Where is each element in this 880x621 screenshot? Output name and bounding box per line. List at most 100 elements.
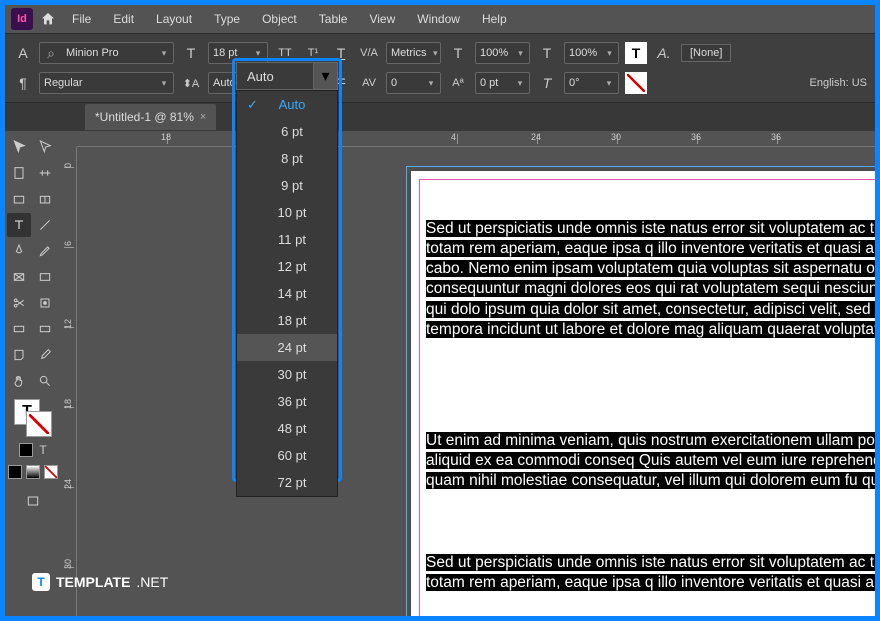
leading-option[interactable]: 6 pt	[237, 118, 337, 145]
menu-object[interactable]: Object	[253, 8, 306, 30]
tool-rectangle[interactable]	[33, 265, 57, 289]
font-size-dropdown[interactable]: 18 pt▾	[208, 42, 268, 64]
text-frame-2[interactable]: Ut enim ad minima veniam, quis nostrum e…	[426, 431, 875, 491]
ruler-vertical: 0 6 12 18 24 30	[61, 147, 77, 616]
tool-pencil[interactable]	[33, 239, 57, 263]
tracking-dropdown[interactable]: 0▾	[386, 72, 441, 94]
kerning-dropdown[interactable]: Metrics▾	[386, 42, 441, 64]
hscale-dropdown[interactable]: 100%▾	[564, 42, 619, 64]
leading-option[interactable]: 36 pt	[237, 388, 337, 415]
baseline-icon: Aª	[447, 72, 469, 94]
tool-type[interactable]	[7, 213, 31, 237]
char-style-dropdown[interactable]: [None]	[681, 44, 731, 62]
tool-line[interactable]	[33, 213, 57, 237]
work-area: T T 18 24 4 24 30 36 36 0 6 12 18 24 30	[5, 131, 875, 616]
app-window: Id File Edit Layout Type Object Table Vi…	[5, 5, 875, 616]
apply-color-icon[interactable]	[19, 443, 33, 457]
leading-option[interactable]: 8 pt	[237, 145, 337, 172]
leading-option[interactable]: 11 pt	[237, 226, 337, 253]
tool-zoom[interactable]	[33, 369, 57, 393]
leading-option[interactable]: 30 pt	[237, 361, 337, 388]
swatch-none[interactable]	[44, 465, 58, 479]
control-panel: A ⌕ Minion Pro ▾ T 18 pt▾ TT T¹ T V/A Me…	[5, 33, 875, 103]
chevron-down-icon: ▾	[601, 48, 618, 59]
chevron-down-icon: ▾	[511, 78, 529, 89]
menu-bar: Id File Edit Layout Type Object Table Vi…	[5, 5, 875, 33]
tool-gradient-feather[interactable]	[33, 317, 57, 341]
menu-view[interactable]: View	[360, 8, 404, 30]
tool-scissors[interactable]	[7, 291, 31, 315]
font-family-dropdown[interactable]: ⌕ Minion Pro ▾	[39, 42, 174, 64]
leading-icon: ⬍A	[180, 72, 202, 94]
tool-content-placer[interactable]	[33, 187, 57, 211]
tool-direct-selection[interactable]	[33, 135, 57, 159]
leading-dropdown-open: Auto ▾ Auto6 pt8 pt9 pt10 pt11 pt12 pt14…	[236, 62, 338, 497]
tool-content-collector[interactable]	[7, 187, 31, 211]
chevron-down-icon[interactable]: ▾	[313, 63, 337, 89]
superscript-icon[interactable]: T¹	[302, 42, 324, 64]
leading-option[interactable]: 18 pt	[237, 307, 337, 334]
allcaps-icon[interactable]: TT	[274, 42, 296, 64]
swatch-black[interactable]	[8, 465, 22, 479]
tool-page[interactable]	[7, 161, 31, 185]
leading-option[interactable]: 72 pt	[237, 469, 337, 496]
vscale-icon: T	[447, 42, 469, 64]
baseline-dropdown[interactable]: 0 pt▾	[475, 72, 530, 94]
para-format-icon[interactable]: ¶	[13, 73, 33, 93]
leading-option[interactable]: 10 pt	[237, 199, 337, 226]
swatch-gradient[interactable]	[26, 465, 40, 479]
document-tab[interactable]: *Untitled-1 @ 81% ×	[85, 104, 216, 130]
leading-options-list: Auto6 pt8 pt9 pt10 pt11 pt12 pt14 pt18 p…	[236, 90, 338, 497]
toolbox: T T	[5, 131, 61, 616]
tool-pen[interactable]	[7, 239, 31, 263]
app-logo-icon[interactable]: Id	[11, 8, 33, 30]
menu-file[interactable]: File	[63, 8, 100, 30]
char-format-icon[interactable]: A	[13, 43, 33, 63]
home-icon[interactable]	[37, 8, 59, 30]
format-container-icon[interactable]: T	[39, 443, 46, 457]
menu-edit[interactable]: Edit	[104, 8, 143, 30]
font-size-icon: T	[180, 42, 202, 64]
leading-option[interactable]: 12 pt	[237, 253, 337, 280]
tool-hand[interactable]	[7, 369, 31, 393]
underline-icon[interactable]: T	[330, 42, 352, 64]
chevron-down-icon: ▾	[430, 48, 440, 59]
leading-option[interactable]: Auto	[237, 91, 337, 118]
leading-dropdown-field[interactable]: Auto ▾	[236, 62, 338, 90]
tool-note[interactable]	[7, 343, 31, 367]
fill-swatch-icon[interactable]: T	[625, 42, 647, 64]
leading-option[interactable]: 9 pt	[237, 172, 337, 199]
skew-icon: T	[536, 72, 558, 94]
tool-eyedropper[interactable]	[33, 343, 57, 367]
tool-screen-mode[interactable]	[21, 489, 45, 513]
tool-rectangle-frame[interactable]	[7, 265, 31, 289]
tab-title: *Untitled-1 @ 81%	[95, 110, 194, 124]
tool-gap[interactable]	[33, 161, 57, 185]
menu-table[interactable]: Table	[310, 8, 357, 30]
text-frame-1[interactable]: Sed ut perspiciatis unde omnis iste natu…	[426, 219, 875, 340]
color-swatches[interactable]: T	[14, 399, 52, 437]
watermark-icon: T	[32, 573, 50, 591]
stroke-swatch-icon[interactable]	[625, 72, 647, 94]
skew-dropdown[interactable]: 0°▾	[564, 72, 619, 94]
menu-layout[interactable]: Layout	[147, 8, 201, 30]
menu-type[interactable]: Type	[205, 8, 249, 30]
canvas[interactable]: 18 24 4 24 30 36 36 0 6 12 18 24 30 Sed …	[61, 131, 875, 616]
chevron-down-icon: ▾	[422, 78, 440, 89]
text-frame-3[interactable]: Sed ut perspiciatis unde omnis iste natu…	[426, 553, 875, 593]
close-icon[interactable]: ×	[200, 111, 206, 123]
leading-option[interactable]: 60 pt	[237, 442, 337, 469]
leading-option[interactable]: 24 pt	[237, 334, 337, 361]
tool-gradient-swatch[interactable]	[7, 317, 31, 341]
vscale-dropdown[interactable]: 100%▾	[475, 42, 530, 64]
menu-window[interactable]: Window	[408, 8, 469, 30]
tool-free-transform[interactable]	[33, 291, 57, 315]
leading-option[interactable]: 14 pt	[237, 280, 337, 307]
kerning-icon: V/A	[358, 42, 380, 64]
leading-option[interactable]: 48 pt	[237, 415, 337, 442]
font-style-dropdown[interactable]: Regular▾	[39, 72, 174, 94]
language-dropdown[interactable]: English: US	[810, 77, 867, 89]
chevron-down-icon: ▾	[155, 48, 173, 59]
menu-help[interactable]: Help	[473, 8, 516, 30]
tool-selection[interactable]	[7, 135, 31, 159]
